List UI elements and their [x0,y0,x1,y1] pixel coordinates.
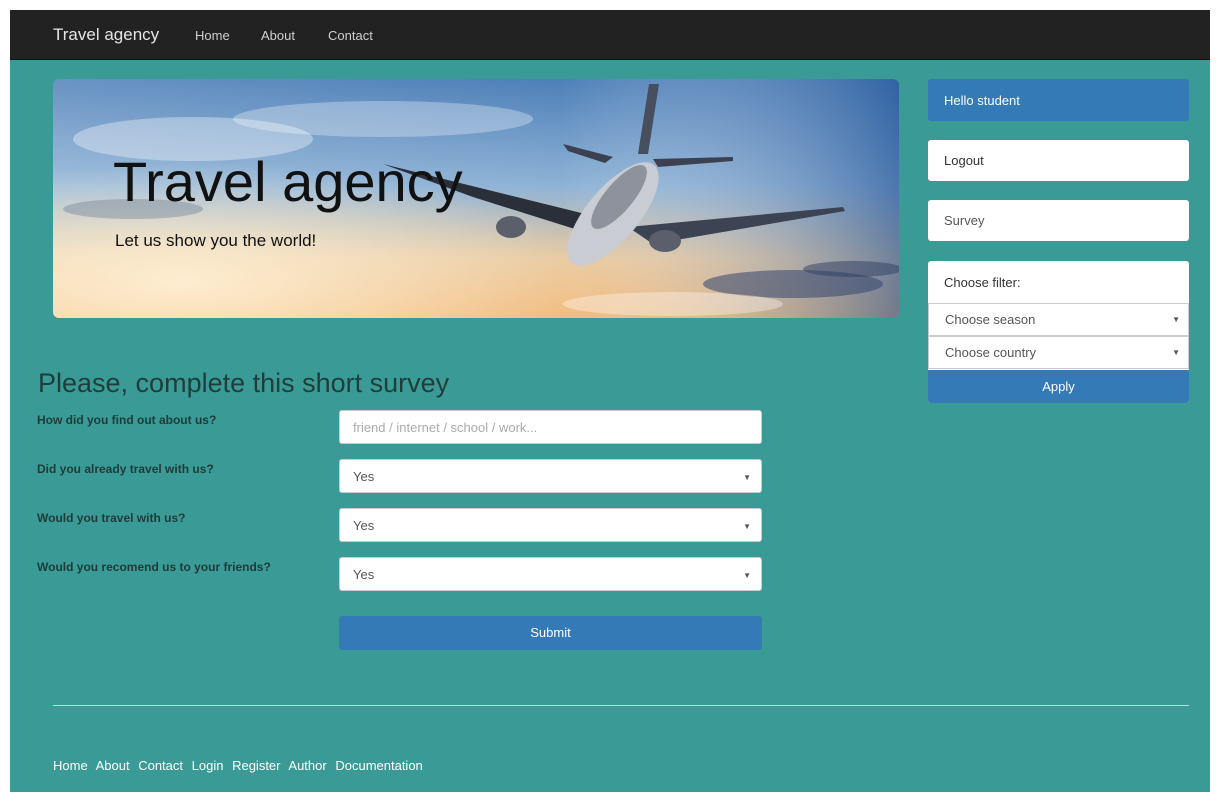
nav-link-about[interactable]: About [261,28,295,43]
hero-subtitle: Let us show you the world! [115,231,317,250]
footer-link-register[interactable]: Register [232,758,280,773]
chevron-down-icon: ▼ [743,473,751,482]
filter-panel: Choose filter: Choose season ▼ Choose co… [928,261,1189,403]
survey-title: Please, complete this short survey [38,368,450,398]
traveled-select-value: Yes [353,469,375,484]
country-select-value: Choose country [945,345,1037,360]
submit-button[interactable]: Submit [339,616,762,650]
season-select-value: Choose season [945,312,1036,327]
would-travel-select-value: Yes [353,518,375,533]
traveled-select[interactable]: Yes ▼ [339,459,762,493]
page-frame: Travel agency Home About Contact Travel … [10,10,1210,792]
hero-title: Travel agency [113,150,463,213]
footer-link-documentation[interactable]: Documentation [335,758,422,773]
would-travel-select[interactable]: Yes ▼ [339,508,762,542]
footer-link-home[interactable]: Home [53,758,88,773]
source-input[interactable]: friend / internet / school / work... [339,410,762,444]
recommend-select-value: Yes [353,567,375,582]
question-label: Did you already travel with us? [37,462,214,476]
logout-link[interactable]: Logout [928,140,1189,181]
recommend-select[interactable]: Yes ▼ [339,557,762,591]
hero-banner: Travel agency Let us show you the world! [53,79,899,318]
nav-link-contact[interactable]: Contact [328,28,373,43]
footer-link-contact[interactable]: Contact [138,758,183,773]
question-label: How did you find out about us? [37,413,217,427]
nav-link-home[interactable]: Home [195,28,230,43]
navbar-brand[interactable]: Travel agency [53,25,159,45]
survey-link[interactable]: Survey [928,200,1189,241]
question-label: Would you travel with us? [37,511,186,525]
chevron-down-icon: ▼ [1172,348,1180,357]
greeting-panel: Hello student [928,79,1189,121]
chevron-down-icon: ▼ [743,571,751,580]
chevron-down-icon: ▼ [743,522,751,531]
navbar: Travel agency Home About Contact [10,10,1210,60]
season-select[interactable]: Choose season ▼ [928,303,1189,336]
footer-link-login[interactable]: Login [192,758,224,773]
footer-nav: Home About Contact Login Register Author… [53,758,428,773]
footer-link-about[interactable]: About [96,758,130,773]
question-label: Would you recomend us to your friends? [37,560,271,574]
source-input-placeholder: friend / internet / school / work... [353,420,538,435]
footer-link-author[interactable]: Author [288,758,326,773]
filter-label: Choose filter: [944,275,1021,290]
apply-button[interactable]: Apply [928,370,1189,403]
chevron-down-icon: ▼ [1172,315,1180,324]
footer-divider [53,705,1189,706]
country-select[interactable]: Choose country ▼ [928,336,1189,369]
